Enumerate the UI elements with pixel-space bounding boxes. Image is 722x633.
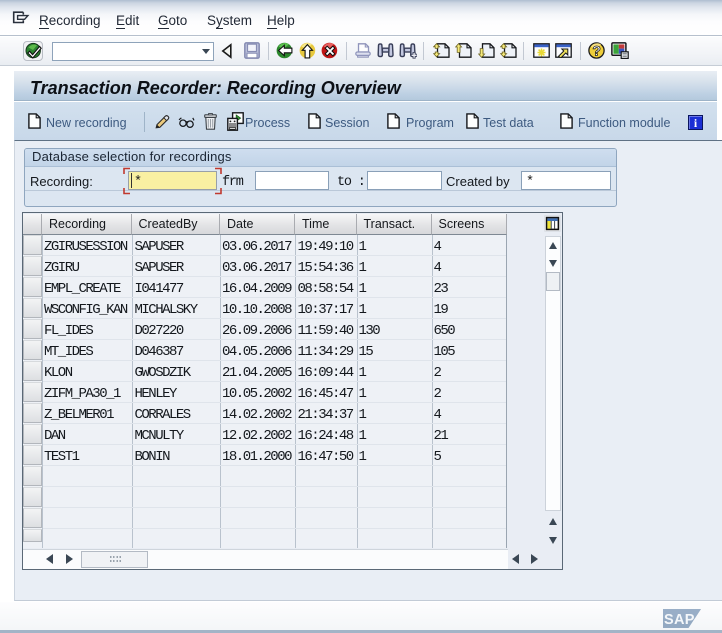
svg-text:?: ? [592, 43, 601, 59]
svg-text:SAP: SAP [664, 612, 695, 628]
